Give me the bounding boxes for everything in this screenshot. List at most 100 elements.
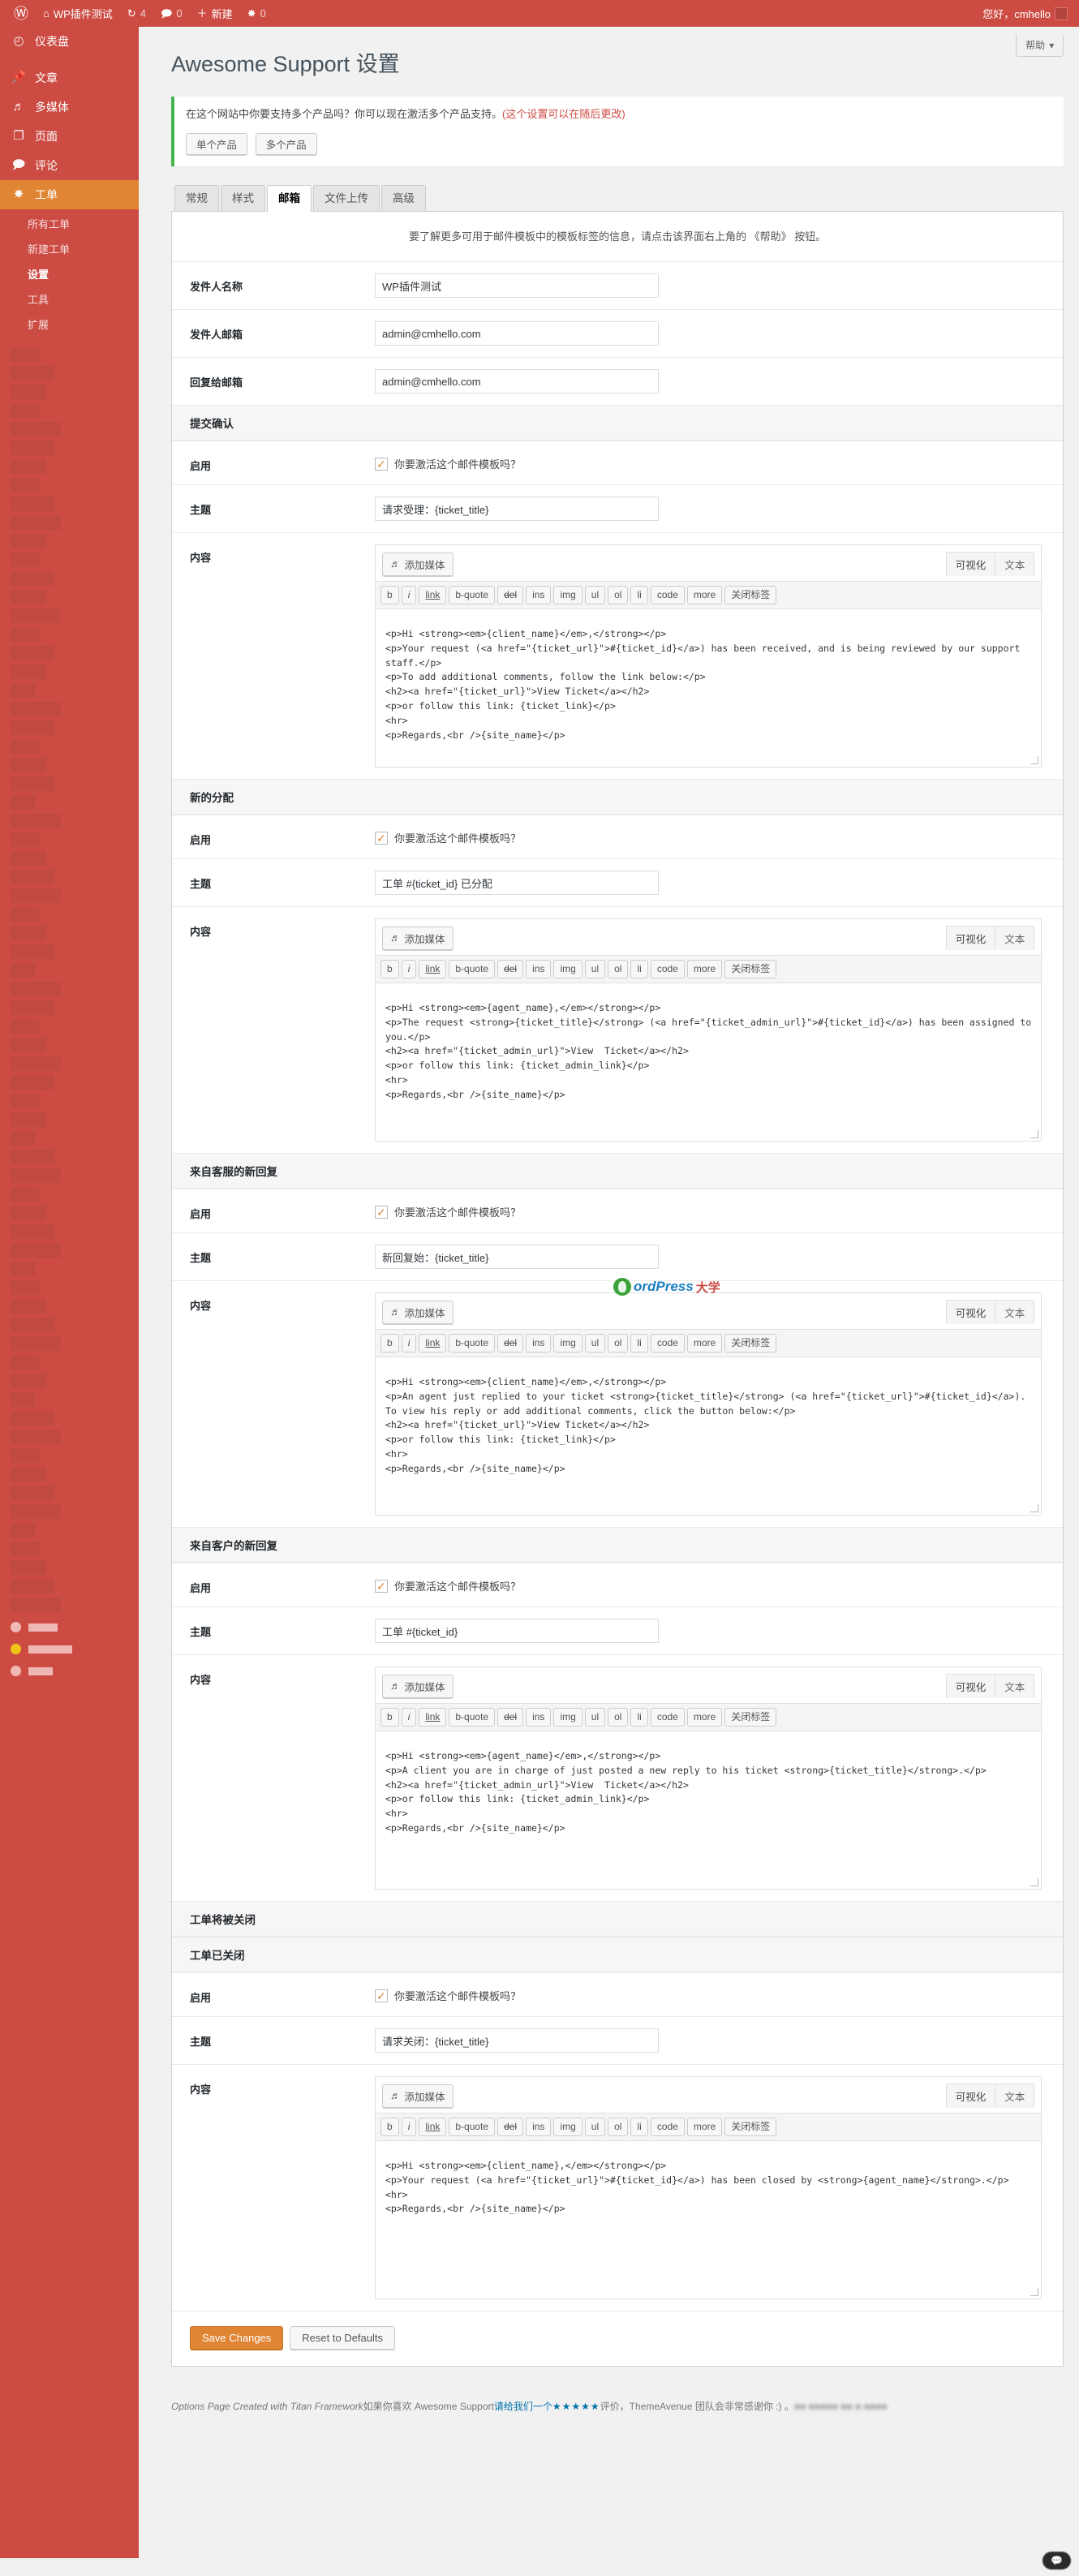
quicktag-ins[interactable]: ins [526, 960, 552, 979]
add-media-button[interactable]: ♬ 添加媒体 [382, 926, 454, 950]
sidebar-placeholder-row[interactable] [11, 646, 54, 660]
add-media-button[interactable]: ♬ 添加媒体 [382, 2084, 454, 2108]
quicktag-ol[interactable]: ol [608, 960, 629, 979]
tab-visual[interactable]: 可视化 [945, 1300, 996, 1325]
sidebar-placeholder-row[interactable] [11, 832, 40, 847]
quicktag-del[interactable]: del [497, 1334, 524, 1353]
sidebar-collapse-button[interactable] [0, 1660, 139, 1682]
quicktag-img[interactable]: img [553, 1708, 582, 1727]
enable-checkbox[interactable]: ✓ [375, 1579, 388, 1593]
subject-input[interactable] [375, 2028, 659, 2053]
sidebar-item-posts[interactable]: 📌 文章 [0, 63, 139, 92]
quicktag-i[interactable]: i [401, 2118, 417, 2137]
textarea-resize-handle[interactable] [376, 2286, 1041, 2299]
enable-checkbox-wrap[interactable]: ✓ 你要激活这个邮件模板吗？ [375, 453, 1042, 471]
tab-general[interactable]: 常规 [174, 184, 219, 212]
sidebar-placeholder-row[interactable] [11, 907, 40, 922]
sidebar-placeholder-row[interactable] [11, 1094, 40, 1108]
sidebar-placeholder-row[interactable] [11, 963, 35, 978]
quicktag-i[interactable]: i [401, 586, 417, 605]
sidebar-placeholder-row[interactable] [11, 926, 46, 940]
sidebar-placeholder-row[interactable] [11, 1187, 40, 1202]
sidebar-placeholder-row[interactable] [11, 1150, 54, 1164]
sidebar-subitem-tools[interactable]: 工具 [0, 286, 139, 312]
quicktag-code[interactable]: code [650, 2118, 685, 2137]
subject-input[interactable] [375, 1619, 659, 1644]
sidebar-subitem-settings[interactable]: 设置 [0, 261, 139, 286]
quicktag-more[interactable]: more [686, 1334, 723, 1353]
new-content-button[interactable]: ＋ 新建 [190, 0, 240, 27]
quicktag-link[interactable]: link [419, 586, 447, 605]
content-textarea[interactable]: <p>Hi <strong><em>{client_name}</em>,</s… [376, 618, 1042, 745]
enable-checkbox-wrap[interactable]: ✓ 你要激活这个邮件模板吗？ [375, 1985, 1042, 2003]
quicktag-b[interactable]: b [380, 1334, 399, 1353]
sidebar-item-comments[interactable]: 🗩 评论 [0, 151, 139, 180]
site-name-button[interactable]: ⌂ WP插件测试 [36, 0, 120, 27]
sidebar-plugin-row[interactable] [0, 1616, 139, 1638]
enable-checkbox[interactable]: ✓ [375, 1989, 388, 2002]
help-tab-button[interactable]: 帮助 ▾ [1016, 35, 1064, 57]
sidebar-placeholder-row[interactable] [11, 982, 61, 996]
subject-input[interactable] [375, 871, 659, 896]
sidebar-placeholder-row[interactable] [11, 720, 54, 735]
sidebar-item-media[interactable]: ♬ 多媒体 [0, 92, 139, 122]
sidebar-placeholder-row[interactable] [11, 553, 40, 567]
sidebar-placeholder-row[interactable] [11, 366, 54, 381]
sidebar-placeholder-row[interactable] [11, 441, 54, 455]
sidebar-placeholder-row[interactable] [11, 1486, 54, 1500]
tab-text[interactable]: 文本 [995, 552, 1035, 577]
quicktag-link[interactable]: link [419, 1708, 447, 1727]
sidebar-placeholder-row[interactable] [11, 1355, 40, 1370]
sidebar-placeholder-row[interactable] [11, 1523, 35, 1537]
tab-visual[interactable]: 可视化 [945, 552, 996, 577]
enable-checkbox-wrap[interactable]: ✓ 你要激活这个邮件模板吗？ [375, 1575, 1042, 1593]
quicktag-link[interactable]: link [419, 2118, 447, 2137]
quicktag-ins[interactable]: ins [526, 1334, 552, 1353]
tab-file-upload[interactable]: 文件上传 [313, 184, 380, 212]
sidebar-placeholder-row[interactable] [11, 1056, 61, 1071]
quicktag-ol[interactable]: ol [608, 1334, 629, 1353]
sidebar-placeholder-row[interactable] [11, 534, 46, 548]
sidebar-subitem-addons[interactable]: 扩展 [0, 312, 139, 337]
sidebar-placeholder-row[interactable] [11, 1579, 54, 1593]
sidebar-placeholder-row[interactable] [11, 683, 35, 698]
quicktag-ul[interactable]: ul [584, 1334, 606, 1353]
sidebar-placeholder-row[interactable] [11, 1262, 35, 1276]
sidebar-placeholder-row[interactable] [11, 888, 61, 903]
single-product-button[interactable]: 单个产品 [186, 132, 248, 155]
quicktag-i[interactable]: i [401, 1708, 417, 1727]
quicktag-li[interactable]: li [630, 586, 648, 605]
enable-checkbox[interactable]: ✓ [375, 1205, 388, 1219]
textarea-resize-handle[interactable] [376, 1502, 1041, 1515]
chat-widget-badge[interactable]: 💬 [1042, 2552, 1071, 2570]
quicktag-ul[interactable]: ul [584, 586, 606, 605]
quicktag-code[interactable]: code [650, 586, 685, 605]
quicktag-close-tags[interactable]: 关闭标签 [724, 1334, 777, 1353]
quicktag-img[interactable]: img [553, 1334, 582, 1353]
sidebar-placeholder-row[interactable] [11, 422, 61, 437]
sidebar-placeholder-row[interactable] [11, 571, 54, 586]
tab-style[interactable]: 样式 [221, 184, 265, 212]
sidebar-placeholder-row[interactable] [11, 1224, 54, 1239]
sidebar-placeholder-row[interactable] [11, 702, 61, 716]
sidebar-placeholder-row[interactable] [11, 1280, 40, 1295]
wordpress-logo-button[interactable]: Ⓦ [6, 0, 36, 27]
quicktag-del[interactable]: del [497, 2118, 524, 2137]
sidebar-placeholder-row[interactable] [11, 627, 40, 642]
quicktag-ins[interactable]: ins [526, 586, 552, 605]
sidebar-placeholder-row[interactable] [11, 1560, 46, 1575]
tab-text[interactable]: 文本 [995, 1300, 1035, 1325]
sidebar-placeholder-row[interactable] [11, 739, 40, 754]
quicktag-code[interactable]: code [650, 960, 685, 979]
quicktag-i[interactable]: i [401, 1334, 417, 1353]
sidebar-placeholder-row[interactable] [11, 1318, 54, 1332]
quicktag-b-quote[interactable]: b-quote [449, 2118, 496, 2137]
sidebar-placeholder-row[interactable] [11, 1392, 35, 1407]
sidebar-placeholder-row[interactable] [11, 609, 61, 623]
comments-button[interactable]: 🗩 0 [153, 0, 190, 27]
content-textarea[interactable]: <p>Hi <strong><em>{agent_name},</em></st… [376, 992, 1042, 1119]
subject-input[interactable] [375, 497, 659, 522]
add-media-button[interactable]: ♬ 添加媒体 [382, 1674, 454, 1698]
quicktag-link[interactable]: link [419, 1334, 447, 1353]
sidebar-placeholder-row[interactable] [11, 776, 54, 791]
